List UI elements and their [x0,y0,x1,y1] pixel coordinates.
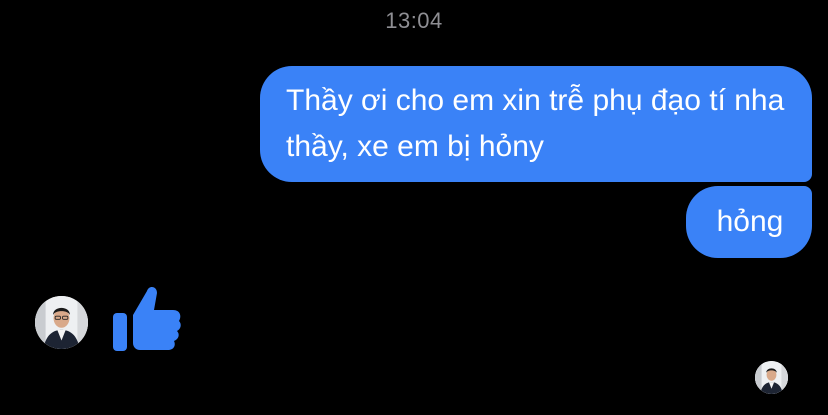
read-receipt-avatar-photo [755,361,788,394]
read-receipt-avatar [755,361,788,394]
thumbs-up-icon[interactable] [110,281,184,355]
message-timestamp: 13:04 [385,8,443,33]
contact-avatar[interactable] [35,296,88,349]
sent-message-bubble[interactable]: Thầy ơi cho em xin trễ phụ đạo tí nha th… [260,66,812,182]
contact-avatar-photo [35,296,88,349]
sent-message-bubble-correction[interactable]: hỏng [686,186,812,258]
